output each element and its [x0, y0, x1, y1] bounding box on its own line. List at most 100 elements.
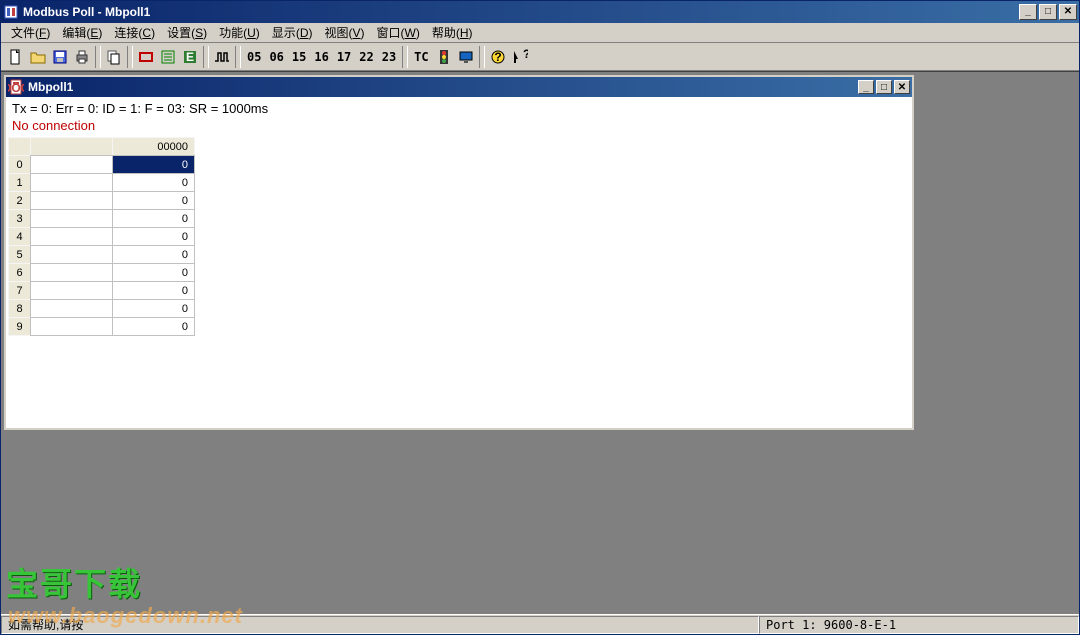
- cell-alias[interactable]: [31, 156, 113, 174]
- statusbar-hint: 如需帮助,请按: [1, 616, 759, 634]
- table-row[interactable]: 80: [9, 300, 195, 318]
- fc05-button[interactable]: 05: [243, 50, 265, 64]
- minimize-button[interactable]: _: [1019, 4, 1037, 20]
- table-row[interactable]: 00: [9, 156, 195, 174]
- excel-button[interactable]: E: [179, 46, 201, 68]
- poll-status-line: Tx = 0: Err = 0: ID = 1: F = 03: SR = 10…: [8, 99, 910, 118]
- row-header[interactable]: 8: [9, 300, 31, 318]
- main-titlebar[interactable]: Modbus Poll - Mbpoll1 _ □ ✕: [1, 1, 1079, 23]
- row-header[interactable]: 1: [9, 174, 31, 192]
- menu-function[interactable]: 功能(U): [213, 22, 266, 43]
- save-button[interactable]: [49, 46, 71, 68]
- toolbar-separator: [127, 46, 133, 68]
- row-header[interactable]: 4: [9, 228, 31, 246]
- menubar: 文件(F) 编辑(E) 连接(C) 设置(S) 功能(U) 显示(D) 视图(V…: [1, 23, 1079, 43]
- row-header[interactable]: 7: [9, 282, 31, 300]
- corner-header[interactable]: [9, 138, 31, 156]
- row-header[interactable]: 9: [9, 318, 31, 336]
- cell-value[interactable]: 0: [113, 282, 195, 300]
- cell-alias[interactable]: [31, 300, 113, 318]
- cell-value[interactable]: 0: [113, 318, 195, 336]
- open-button[interactable]: [27, 46, 49, 68]
- svg-text:DOC: DOC: [8, 81, 24, 95]
- row-header[interactable]: 6: [9, 264, 31, 282]
- table-row[interactable]: 30: [9, 210, 195, 228]
- menu-window[interactable]: 窗口(W): [371, 22, 426, 43]
- svg-text:?: ?: [494, 50, 501, 64]
- toolbar: E 05 06 15 16 17 22 23 TC ? ?: [1, 43, 1079, 71]
- menu-settings[interactable]: 设置(S): [161, 22, 213, 43]
- print-button[interactable]: [71, 46, 93, 68]
- child-maximize-button[interactable]: □: [876, 80, 892, 94]
- toolbar-separator: [235, 46, 241, 68]
- row-header[interactable]: 5: [9, 246, 31, 264]
- table-row[interactable]: 50: [9, 246, 195, 264]
- cell-alias[interactable]: [31, 282, 113, 300]
- cell-value[interactable]: 0: [113, 174, 195, 192]
- fc17-button[interactable]: 17: [333, 50, 355, 64]
- monitor-button[interactable]: [455, 46, 477, 68]
- mdi-client-area[interactable]: DOC Mbpoll1 _ □ ✕ Tx = 0: Err = 0: ID = …: [1, 71, 1079, 614]
- tc-button[interactable]: TC: [410, 50, 432, 64]
- cell-alias[interactable]: [31, 246, 113, 264]
- connect-button[interactable]: [135, 46, 157, 68]
- cell-alias[interactable]: [31, 174, 113, 192]
- cell-alias[interactable]: [31, 210, 113, 228]
- toolbar-separator: [203, 46, 209, 68]
- table-row[interactable]: 20: [9, 192, 195, 210]
- menu-edit[interactable]: 编辑(E): [56, 22, 108, 43]
- pulse-button[interactable]: [211, 46, 233, 68]
- cell-value[interactable]: 0: [113, 246, 195, 264]
- cell-alias[interactable]: [31, 318, 113, 336]
- fc23-button[interactable]: 23: [378, 50, 400, 64]
- row-header[interactable]: 3: [9, 210, 31, 228]
- table-row[interactable]: 70: [9, 282, 195, 300]
- child-titlebar[interactable]: DOC Mbpoll1 _ □ ✕: [6, 77, 912, 97]
- blank-area: [8, 336, 910, 426]
- cell-value[interactable]: 0: [113, 156, 195, 174]
- col-header-alias[interactable]: [31, 138, 113, 156]
- svg-text:E: E: [186, 50, 194, 64]
- row-header[interactable]: 0: [9, 156, 31, 174]
- cell-alias[interactable]: [31, 228, 113, 246]
- toolbar-separator: [479, 46, 485, 68]
- cell-value[interactable]: 0: [113, 210, 195, 228]
- cell-alias[interactable]: [31, 192, 113, 210]
- cell-value[interactable]: 0: [113, 192, 195, 210]
- menu-connect[interactable]: 连接(C): [108, 22, 161, 43]
- help-button[interactable]: ?: [487, 46, 509, 68]
- settings-button[interactable]: [157, 46, 179, 68]
- fc16-button[interactable]: 16: [310, 50, 332, 64]
- child-minimize-button[interactable]: _: [858, 80, 874, 94]
- table-row[interactable]: 40: [9, 228, 195, 246]
- table-row[interactable]: 10: [9, 174, 195, 192]
- main-title: Modbus Poll - Mbpoll1: [23, 5, 1017, 19]
- cell-alias[interactable]: [31, 264, 113, 282]
- menu-display[interactable]: 显示(D): [266, 22, 319, 43]
- new-button[interactable]: [5, 46, 27, 68]
- cell-value[interactable]: 0: [113, 264, 195, 282]
- fc15-button[interactable]: 15: [288, 50, 310, 64]
- context-help-button[interactable]: ?: [509, 46, 531, 68]
- maximize-button[interactable]: □: [1039, 4, 1057, 20]
- document-icon: DOC: [8, 79, 24, 95]
- menu-file[interactable]: 文件(F): [5, 22, 56, 43]
- copy-button[interactable]: [103, 46, 125, 68]
- close-button[interactable]: ✕: [1059, 4, 1077, 20]
- statusbar-port: Port 1: 9600-8-E-1: [759, 616, 1079, 634]
- table-row[interactable]: 60: [9, 264, 195, 282]
- cell-value[interactable]: 0: [113, 300, 195, 318]
- row-header[interactable]: 2: [9, 192, 31, 210]
- traffic-button[interactable]: [433, 46, 455, 68]
- child-close-button[interactable]: ✕: [894, 80, 910, 94]
- col-header-address[interactable]: 00000: [113, 138, 195, 156]
- child-window-mbpoll1: DOC Mbpoll1 _ □ ✕ Tx = 0: Err = 0: ID = …: [4, 75, 914, 430]
- table-row[interactable]: 90: [9, 318, 195, 336]
- menu-view[interactable]: 视图(V): [318, 22, 370, 43]
- no-connection-label: No connection: [8, 118, 910, 137]
- cell-value[interactable]: 0: [113, 228, 195, 246]
- menu-help[interactable]: 帮助(H): [426, 22, 479, 43]
- fc22-button[interactable]: 22: [355, 50, 377, 64]
- data-grid[interactable]: 00000 00102030405060708090: [8, 137, 195, 336]
- fc06-button[interactable]: 06: [265, 50, 287, 64]
